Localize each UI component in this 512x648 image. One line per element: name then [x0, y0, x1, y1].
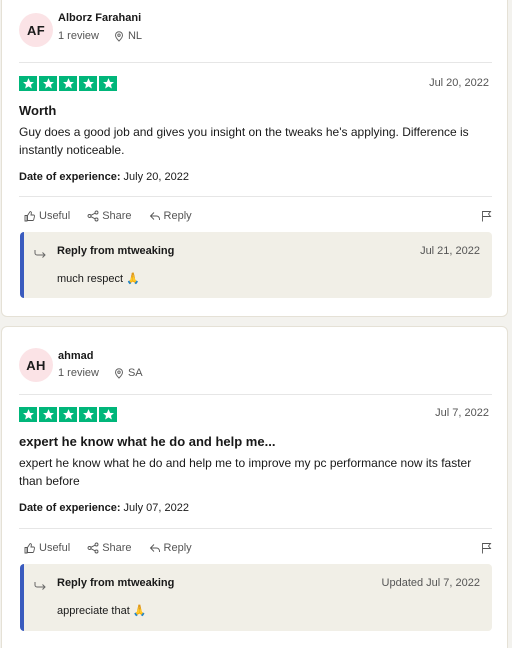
- date-of-experience: Date of experience: July 07, 2022: [19, 502, 189, 514]
- reviewer-country: NL: [127, 30, 143, 42]
- review-date: Jul 7, 2022: [435, 407, 489, 419]
- reply-button[interactable]: Reply: [149, 542, 192, 554]
- review-card: AF Alborz Farahani 1 review NL Jul 20, 2…: [1, 0, 508, 317]
- star-icon: [19, 407, 37, 422]
- reply-text-row: appreciate that 🙏: [57, 604, 147, 618]
- share-button[interactable]: Share: [87, 542, 132, 554]
- reply-label: Reply: [163, 210, 192, 222]
- useful-label: Useful: [39, 210, 71, 222]
- date-of-experience: Date of experience: July 20, 2022: [19, 171, 189, 183]
- reviewer-country: SA: [127, 367, 143, 379]
- share-icon: [87, 210, 99, 222]
- reviewer-meta: 1 review SA: [58, 367, 143, 379]
- review-count: 1 review: [58, 30, 99, 42]
- thumbs-up-icon: [24, 211, 35, 222]
- review-actions: Useful Share Reply: [24, 542, 492, 554]
- reply-label: Reply: [163, 542, 192, 554]
- reply-text-row: much respect 🙏: [57, 272, 140, 286]
- reply-date: Jul 21, 2022: [420, 245, 480, 257]
- review-title[interactable]: Worth: [19, 103, 56, 118]
- divider: [19, 196, 492, 197]
- report-flag-button[interactable]: [481, 542, 492, 554]
- location-pin-icon: [114, 367, 124, 379]
- reply-date: Updated Jul 7, 2022: [381, 577, 480, 589]
- useful-label: Useful: [39, 542, 71, 554]
- useful-button[interactable]: Useful: [24, 210, 70, 222]
- share-label: Share: [102, 210, 132, 222]
- reply-indicator-icon: [34, 578, 47, 596]
- star-icon: [59, 76, 77, 91]
- experience-date: July 20, 2022: [123, 171, 189, 183]
- review-card: AH ahmad 1 review SA Jul 7, 2022 expert …: [1, 326, 508, 648]
- review-count: 1 review: [58, 367, 99, 379]
- share-icon: [87, 542, 99, 554]
- reply-text: much respect: [57, 272, 124, 285]
- folded-hands-icon: 🙏: [126, 273, 140, 285]
- star-icon: [39, 407, 57, 422]
- star-icon: [99, 407, 117, 422]
- experience-label: Date of experience:: [19, 171, 121, 183]
- star-icon: [79, 407, 97, 422]
- location-pin-icon: [114, 30, 124, 42]
- star-icon: [99, 76, 117, 91]
- reply-author: Reply from mtweaking: [57, 577, 175, 589]
- divider: [19, 62, 492, 63]
- divider: [19, 394, 492, 395]
- reviewer-name[interactable]: ahmad: [58, 350, 93, 362]
- experience-date: July 07, 2022: [123, 502, 189, 514]
- star-icon: [59, 407, 77, 422]
- company-reply: Reply from mtweaking Jul 21, 2022 much r…: [20, 232, 492, 298]
- star-icon: [19, 76, 37, 91]
- avatar[interactable]: AH: [19, 348, 53, 382]
- folded-hands-icon: 🙏: [132, 605, 147, 617]
- divider: [19, 528, 492, 529]
- star-rating: [19, 407, 117, 422]
- reply-button[interactable]: Reply: [149, 210, 192, 222]
- avatar[interactable]: AF: [19, 13, 53, 47]
- review-body: Guy does a good job and gives you insigh…: [19, 125, 469, 157]
- reply-text: appreciate that: [57, 604, 130, 617]
- reviewer-name[interactable]: Alborz Farahani: [58, 12, 141, 24]
- star-icon: [79, 76, 97, 91]
- share-label: Share: [102, 542, 132, 554]
- company-reply: Reply from mtweaking Updated Jul 7, 2022…: [20, 564, 492, 631]
- review-date: Jul 20, 2022: [429, 77, 489, 89]
- review-body: expert he know what he do and help me to…: [19, 456, 472, 488]
- useful-button[interactable]: Useful: [24, 542, 70, 554]
- review-title[interactable]: expert he know what he do and help me...: [19, 434, 275, 449]
- experience-label: Date of experience:: [19, 502, 121, 514]
- review-actions: Useful Share Reply: [24, 210, 492, 222]
- reply-indicator-icon: [34, 246, 47, 264]
- reply-arrow-icon: [149, 212, 160, 220]
- reply-author: Reply from mtweaking: [57, 245, 175, 257]
- thumbs-up-icon: [24, 543, 35, 554]
- star-rating: [19, 76, 117, 91]
- share-button[interactable]: Share: [87, 210, 132, 222]
- reply-arrow-icon: [149, 544, 160, 552]
- star-icon: [39, 76, 57, 91]
- flag-icon: [482, 211, 492, 222]
- report-flag-button[interactable]: [481, 210, 492, 222]
- reviewer-meta: 1 review NL: [58, 30, 142, 42]
- flag-icon: [482, 543, 492, 554]
